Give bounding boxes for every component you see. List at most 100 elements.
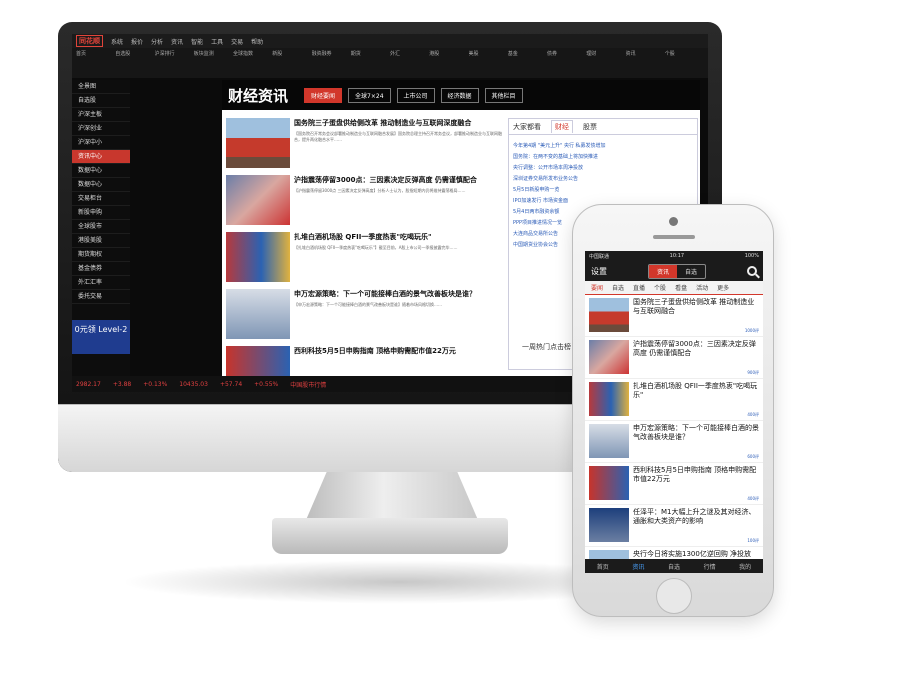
news-thumbnail bbox=[226, 232, 290, 282]
phone-nav-item[interactable]: 要闻 bbox=[591, 283, 603, 292]
comment-count: 400评 bbox=[747, 496, 759, 501]
tab-chip[interactable]: 全球7×24 bbox=[348, 87, 391, 103]
phone-news-item[interactable]: 西利科技5月5日申购指南 顶格申购需配市值22万元 400评 bbox=[585, 463, 763, 505]
right-list-item[interactable]: 国务院：在两不变的基础上将加快推进 bbox=[513, 152, 693, 163]
menu-item[interactable]: 分析 bbox=[151, 37, 163, 46]
phone-tab[interactable]: 自选 bbox=[668, 562, 680, 571]
quick-item[interactable]: 自选股 bbox=[115, 50, 154, 76]
phone-news-item[interactable]: 沪指震荡停留3000点：三因素决定反弹高度 仍需谨慎配合 900评 bbox=[585, 337, 763, 379]
sidebar-item[interactable]: 全球股市 bbox=[72, 220, 130, 234]
quick-item[interactable]: 个股 bbox=[665, 50, 704, 76]
news-title[interactable]: 沪指震荡停留3000点：三因素决定反弹高度 仍需谨慎配合 bbox=[294, 175, 502, 185]
news-summary: 【国务院召开常务会议部署推动制造业与互联网融合发展】国务院总理主持召开常务会议，… bbox=[294, 131, 502, 142]
menu-item[interactable]: 系统 bbox=[111, 37, 123, 46]
phone-nav-item[interactable]: 活动 bbox=[696, 283, 708, 292]
quick-item[interactable]: 板块监测 bbox=[194, 50, 233, 76]
right-tab[interactable]: 股票 bbox=[583, 122, 597, 132]
right-tab[interactable]: 大家都看 bbox=[513, 122, 541, 132]
sidebar-item[interactable]: 新股申购 bbox=[72, 206, 130, 220]
quick-item[interactable]: 期货 bbox=[351, 50, 390, 76]
sidebar-item[interactable]: 沪深创业 bbox=[72, 122, 130, 136]
sidebar-item[interactable]: 沪深中小 bbox=[72, 136, 130, 150]
quick-item[interactable]: 新股 bbox=[272, 50, 311, 76]
right-list-item[interactable]: 央行调整：公开市场本周净投放 bbox=[513, 163, 693, 174]
monitor-stand bbox=[306, 472, 478, 520]
tab-chip[interactable]: 财经要闻 bbox=[304, 87, 343, 103]
phone-news-item[interactable]: 国务院三子蛋盘供给侧改革 推动制造业与互联网融合 1000评 bbox=[585, 295, 763, 337]
phone-news-title: 扎堆白酒机场股 QFII一季度热衷"吃喝玩乐" bbox=[633, 382, 758, 399]
phone-nav-item[interactable]: 更多 bbox=[717, 283, 729, 292]
tab-chip[interactable]: 上市公司 bbox=[396, 87, 435, 103]
comment-count: 900评 bbox=[747, 370, 759, 375]
sidebar-item[interactable]: 数据中心 bbox=[72, 178, 130, 192]
quick-item[interactable]: 理财 bbox=[586, 50, 625, 76]
menu-item[interactable]: 交易 bbox=[231, 37, 243, 46]
level2-promo[interactable]: 0元领 Level-2 bbox=[72, 320, 130, 354]
sidebar-item[interactable]: 港股美股 bbox=[72, 234, 130, 248]
quick-item[interactable]: 资讯 bbox=[626, 50, 665, 76]
comment-count: 1000评 bbox=[744, 328, 759, 333]
menu-item[interactable]: 工具 bbox=[211, 37, 223, 46]
news-title[interactable]: 申万宏源策略：下一个可能接棒白酒的景气改善板块是谁？ bbox=[294, 289, 502, 299]
phone-news-title: 西利科技5月5日申购指南 顶格申购需配市值22万元 bbox=[633, 466, 757, 483]
quick-item[interactable]: 沪深排行 bbox=[155, 50, 194, 76]
quick-item[interactable]: 基金 bbox=[508, 50, 547, 76]
sidebar-item[interactable]: 基金债券 bbox=[72, 262, 130, 276]
segment-watchlist[interactable]: 自选 bbox=[677, 265, 705, 278]
segment-news[interactable]: 资讯 bbox=[648, 264, 677, 278]
news-title[interactable]: 国务院三子蛋盘供给侧改革 推动制造业与互联网深度融合 bbox=[294, 118, 502, 128]
quick-item[interactable]: 港股 bbox=[429, 50, 468, 76]
phone-nav-item[interactable]: 直播 bbox=[633, 283, 645, 292]
news-title[interactable]: 西利科技5月5日申购指南 顶格申购需配市值22万元 bbox=[294, 346, 502, 356]
content-header: 财经资讯 财经要闻 全球7×24 上市公司 经济数据 其他栏目 bbox=[222, 80, 700, 110]
segment-control: 资讯 自选 bbox=[647, 263, 707, 279]
news-text: 申万宏源策略：下一个可能接棒白酒的景气改善板块是谁？ 【申万宏源策略：下一个可能接… bbox=[294, 289, 502, 346]
phone-news-item[interactable]: 申万宏源策略：下一个可能接棒白酒的景气改善板块是谁？ 600评 bbox=[585, 421, 763, 463]
phone-nav-item[interactable]: 自选 bbox=[612, 283, 624, 292]
phone-tab[interactable]: 行情 bbox=[704, 562, 716, 571]
tab-chip[interactable]: 经济数据 bbox=[440, 87, 479, 103]
sidebar-item[interactable]: 资讯中心 bbox=[72, 150, 130, 164]
menu-item[interactable]: 资讯 bbox=[171, 37, 183, 46]
news-title[interactable]: 扎堆白酒机场股 QFII一季度热衷"吃喝玩乐" bbox=[294, 232, 502, 242]
sidebar-item[interactable]: 交易柜台 bbox=[72, 192, 130, 206]
phone-tab[interactable]: 首页 bbox=[597, 562, 609, 571]
phone-tab[interactable]: 我的 bbox=[739, 562, 751, 571]
quick-item[interactable]: 全球指数 bbox=[233, 50, 272, 76]
quick-item[interactable]: 首页 bbox=[76, 50, 115, 76]
right-tab[interactable]: 财经 bbox=[551, 120, 573, 133]
quick-item[interactable]: 美股 bbox=[469, 50, 508, 76]
news-item[interactable]: 国务院三子蛋盘供给侧改革 推动制造业与互联网深度融合 【国务院召开常务会议部署推动… bbox=[226, 118, 502, 175]
sidebar-item[interactable]: 自选股 bbox=[72, 94, 130, 108]
phone-news-item[interactable]: 任泽平：M1大幅上升之谜及其对经济、通胀和大类资产的影响 100评 bbox=[585, 505, 763, 547]
phone-nav-item[interactable]: 个股 bbox=[654, 283, 666, 292]
quick-item[interactable]: 债券 bbox=[547, 50, 586, 76]
home-button[interactable] bbox=[656, 578, 692, 614]
settings-button[interactable]: 设置 bbox=[591, 266, 607, 277]
phone-nav-item[interactable]: 看盘 bbox=[675, 283, 687, 292]
menu-item[interactable]: 报价 bbox=[131, 37, 143, 46]
news-item[interactable]: 申万宏源策略：下一个可能接棒白酒的景气改善板块是谁？ 【申万宏源策略：下一个可能接… bbox=[226, 289, 502, 346]
sidebar-item[interactable]: 全景图 bbox=[72, 80, 130, 94]
sidebar-item[interactable]: 数据中心 bbox=[72, 164, 130, 178]
tab-chip[interactable]: 其他栏目 bbox=[484, 87, 523, 103]
right-list-item[interactable]: 深圳证券交易所发布业务公告 bbox=[513, 174, 693, 185]
phone-news-item[interactable]: 扎堆白酒机场股 QFII一季度热衷"吃喝玩乐" 400评 bbox=[585, 379, 763, 421]
quick-item[interactable]: 外汇 bbox=[390, 50, 429, 76]
hot-list-link[interactable]: 一周热门点击榜 bbox=[522, 342, 571, 352]
sidebar-item[interactable]: 外汇汇率 bbox=[72, 276, 130, 290]
menu-item[interactable]: 智能 bbox=[191, 37, 203, 46]
menu-item[interactable]: 帮助 bbox=[251, 37, 263, 46]
news-item[interactable]: 扎堆白酒机场股 QFII一季度热衷"吃喝玩乐" 【扎堆白酒机场股 QFII一季度热… bbox=[226, 232, 502, 289]
news-item[interactable]: 沪指震荡停留3000点：三因素决定反弹高度 仍需谨慎配合 【沪指震荡停留3000点… bbox=[226, 175, 502, 232]
quick-item[interactable]: 融资融券 bbox=[312, 50, 351, 76]
right-list-item[interactable]: 5月5日新股申购一览 bbox=[513, 185, 693, 196]
sidebar-item[interactable]: 委托交易 bbox=[72, 290, 130, 304]
right-list-item[interactable]: 今年第4期 "美元上升" 央行 私募发债增加 bbox=[513, 141, 693, 152]
news-list: 国务院三子蛋盘供给侧改革 推动制造业与互联网深度融合 【国务院召开常务会议部署推动… bbox=[226, 118, 502, 392]
sidebar-item[interactable]: 沪深主板 bbox=[72, 108, 130, 122]
sidebar-item[interactable]: 期货期权 bbox=[72, 248, 130, 262]
search-icon[interactable] bbox=[747, 266, 757, 276]
phone-tab[interactable]: 资讯 bbox=[632, 562, 644, 571]
phone-news-thumbnail bbox=[589, 424, 629, 458]
